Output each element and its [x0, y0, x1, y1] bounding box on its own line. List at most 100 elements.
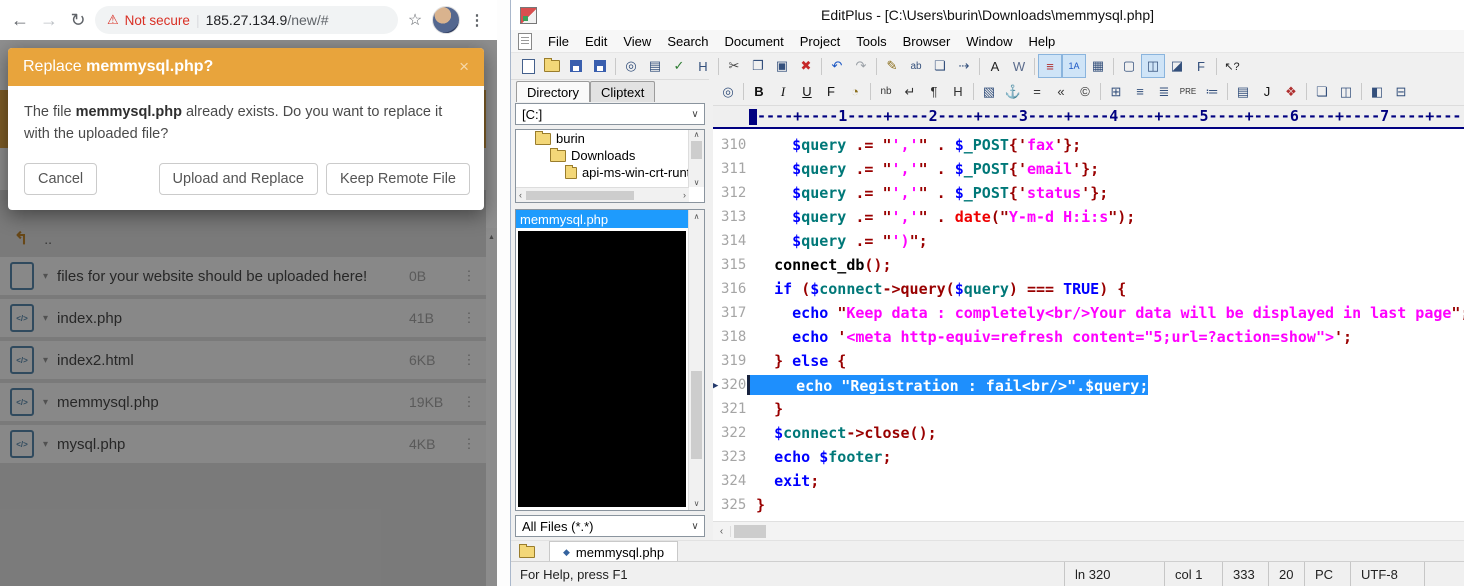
non-breaking-space-button[interactable]: nb — [874, 80, 898, 104]
cancel-button[interactable]: Cancel — [24, 163, 97, 195]
colors-button[interactable]: ❖ — [1279, 80, 1303, 104]
undo-button[interactable]: ↶ — [825, 54, 849, 78]
list-button[interactable]: ≔ — [1200, 80, 1224, 104]
save-all-button[interactable] — [588, 54, 612, 78]
scrollbar-thumb[interactable] — [691, 141, 702, 159]
tree-item-downloads[interactable]: Downloads — [516, 147, 704, 164]
font-button[interactable]: A — [983, 54, 1007, 78]
bookmark-star-icon[interactable]: ☆ — [403, 10, 427, 30]
folder-icon[interactable] — [519, 546, 535, 558]
scroll-down-icon[interactable]: ∨ — [694, 499, 700, 508]
copy-button[interactable]: ❐ — [746, 54, 770, 78]
scroll-left-icon[interactable]: ‹ — [713, 526, 731, 537]
selected-file-item[interactable]: memmysql.php — [516, 210, 688, 228]
menu-search[interactable]: Search — [659, 34, 716, 49]
date-time-button[interactable]: ◔ — [843, 80, 867, 104]
preformatted-button[interactable]: PRE — [1176, 80, 1200, 104]
scroll-right-icon[interactable]: › — [683, 190, 686, 200]
word-wrap-button[interactable]: W — [1007, 54, 1031, 78]
cut-button[interactable]: ✂ — [722, 54, 746, 78]
code-editor[interactable]: 310 $query .= "','" . $_POST{'fax'};311 … — [713, 129, 1464, 521]
tree-item-burin[interactable]: burin — [516, 130, 704, 147]
scroll-up-icon[interactable]: ∧ — [694, 212, 700, 221]
font-tag-button[interactable]: F — [819, 80, 843, 104]
menu-help[interactable]: Help — [1021, 34, 1064, 49]
file-list-scrollbar[interactable]: ∧ ∨ — [688, 210, 704, 510]
save-button[interactable] — [564, 54, 588, 78]
scroll-left-icon[interactable]: ‹ — [519, 190, 522, 200]
document-properties-button[interactable]: ▦ — [1086, 54, 1110, 78]
javascript-button[interactable]: J — [1255, 80, 1279, 104]
new-browser-window-button[interactable]: ❏ — [1310, 80, 1334, 104]
window-list-button[interactable]: ▢ — [1117, 54, 1141, 78]
duplicate-line-button[interactable]: ❏ — [928, 54, 952, 78]
drive-selector[interactable]: [C:] ∨ — [515, 103, 705, 125]
indent-button[interactable]: ⇢ — [952, 54, 976, 78]
scroll-up-icon[interactable]: ∧ — [694, 130, 700, 139]
align-center-button[interactable]: ≡ — [1128, 80, 1152, 104]
split-window-button[interactable]: ⊟ — [1389, 80, 1413, 104]
tree-horizontal-scrollbar[interactable]: ‹ › — [516, 187, 689, 202]
security-label[interactable]: Not secure — [125, 13, 190, 28]
browser-menu-button[interactable]: ⋮ — [465, 11, 489, 29]
profile-avatar[interactable] — [432, 6, 460, 34]
menu-browser[interactable]: Browser — [895, 34, 959, 49]
menu-window[interactable]: Window — [958, 34, 1020, 49]
upload-and-replace-button[interactable]: Upload and Replace — [159, 163, 318, 195]
file-filter-selector[interactable]: All Files (*.*) ∨ — [515, 515, 705, 537]
spell-check-button[interactable]: ✓ — [667, 54, 691, 78]
line-break-button[interactable]: ↵ — [898, 80, 922, 104]
chevron-down-icon[interactable]: ∨ — [686, 521, 704, 532]
scrollbar-thumb[interactable] — [691, 371, 702, 459]
browser-window-button[interactable]: ◫ — [1334, 80, 1358, 104]
scrollbar-thumb[interactable] — [526, 191, 634, 200]
redo-button[interactable]: ↷ — [849, 54, 873, 78]
comment-button[interactable]: « — [1049, 80, 1073, 104]
menu-tools[interactable]: Tools — [848, 34, 894, 49]
tab-indicator-button[interactable]: 1A — [1062, 54, 1086, 78]
find-next-button[interactable]: ab — [904, 54, 928, 78]
scrollbar-thumb[interactable] — [734, 525, 766, 538]
window-browser-button[interactable]: ◪ — [1165, 54, 1189, 78]
document-tab[interactable]: ◆ memmysql.php — [549, 541, 678, 563]
browser-preview-button[interactable]: ◎ — [716, 80, 740, 104]
window-toggle-button[interactable]: ◫ — [1141, 54, 1165, 78]
anchor-button[interactable]: ⚓ — [1001, 80, 1025, 104]
print-button[interactable]: ▤ — [643, 54, 667, 78]
menu-project[interactable]: Project — [792, 34, 848, 49]
print-preview-button[interactable]: ◎ — [619, 54, 643, 78]
script-button[interactable]: ▤ — [1231, 80, 1255, 104]
line-numbers-button[interactable]: ≡ — [1038, 54, 1062, 78]
menu-file[interactable]: File — [540, 34, 577, 49]
align-right-button[interactable]: ≣ — [1152, 80, 1176, 104]
function-list-button[interactable]: F — [1189, 54, 1213, 78]
forward-button[interactable]: → — [37, 10, 61, 31]
back-button[interactable]: ← — [8, 10, 32, 31]
chevron-down-icon[interactable]: ∨ — [686, 109, 704, 120]
menu-edit[interactable]: Edit — [577, 34, 615, 49]
special-character-button[interactable]: © — [1073, 80, 1097, 104]
reload-button[interactable]: ↻ — [66, 10, 90, 31]
italic-button[interactable]: I — [771, 80, 795, 104]
address-bar[interactable]: ⚠ Not secure | 185.27.134.9/new/# — [95, 6, 398, 34]
keep-remote-file-button[interactable]: Keep Remote File — [326, 163, 470, 195]
new-document-button[interactable] — [516, 54, 540, 78]
editor-horizontal-scrollbar[interactable]: ‹ — [713, 521, 1464, 540]
dialog-close-icon[interactable]: × — [459, 57, 469, 77]
tree-item-api-ms-win-crt-runtim[interactable]: api-ms-win-crt-runtim — [516, 164, 704, 181]
heading-button[interactable]: H — [946, 80, 970, 104]
open-file-button[interactable] — [540, 54, 564, 78]
menu-document[interactable]: Document — [717, 34, 792, 49]
horizontal-rule-button[interactable]: = — [1025, 80, 1049, 104]
tab-cliptext[interactable]: Cliptext — [590, 81, 655, 102]
bold-button[interactable]: B — [747, 80, 771, 104]
context-help-button[interactable]: ↖? — [1220, 54, 1244, 78]
tree-vertical-scrollbar[interactable]: ∧ ∨ — [688, 130, 704, 187]
find-button[interactable]: ✎ — [880, 54, 904, 78]
underline-button[interactable]: U — [795, 80, 819, 104]
image-button[interactable]: ▧ — [977, 80, 1001, 104]
tab-directory[interactable]: Directory — [516, 81, 590, 102]
menu-view[interactable]: View — [615, 34, 659, 49]
html-document-button[interactable]: H — [691, 54, 715, 78]
table-button[interactable]: ⊞ — [1104, 80, 1128, 104]
